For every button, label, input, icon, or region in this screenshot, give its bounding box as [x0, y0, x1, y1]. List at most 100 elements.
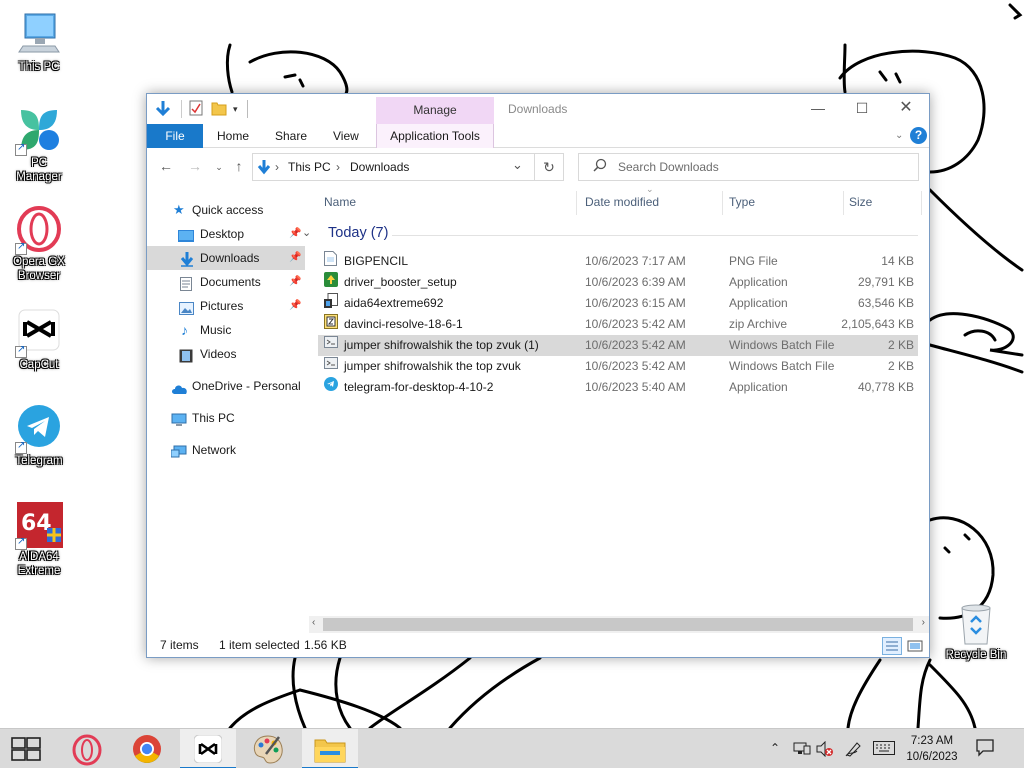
breadcrumb-this-pc[interactable]: This PC — [288, 160, 331, 174]
aida64-setup-icon — [324, 293, 338, 308]
nav-item-videos[interactable]: Videos — [147, 342, 305, 366]
file-type: Windows Batch File — [729, 359, 835, 373]
column-divider[interactable] — [921, 191, 922, 215]
group-collapse-chevron-icon[interactable]: ⌄ — [302, 226, 311, 239]
title-bar: ▾ Manage Downloads — ☐ ✕ — [147, 94, 929, 124]
desktop-icon-this-pc[interactable]: This PC — [8, 10, 70, 74]
system-clock[interactable]: 7:23 AM 10/6/2023 — [898, 733, 966, 765]
column-header-type[interactable]: Type — [729, 195, 755, 209]
recent-locations-button[interactable]: ⌄ — [209, 158, 229, 176]
tab-home[interactable]: Home — [207, 124, 259, 148]
show-hidden-icons-button[interactable]: ⌃ — [770, 741, 780, 755]
desktop-icon-opera-gx[interactable]: Opera GX Browser — [8, 205, 70, 283]
column-divider[interactable] — [722, 191, 723, 215]
group-header-today[interactable]: Today (7) — [328, 225, 388, 241]
file-size: 40,778 KB — [857, 380, 914, 394]
column-header-size[interactable]: Size — [849, 195, 872, 209]
file-row[interactable]: BIGPENCIL 10/6/2023 7:17 AM PNG File 14 … — [318, 251, 918, 272]
horizontal-scrollbar[interactable]: ‹ › — [309, 616, 929, 633]
taskbar-paint[interactable] — [240, 729, 296, 768]
tab-view[interactable]: View — [323, 124, 369, 148]
arrow-left-icon: ← — [159, 158, 173, 174]
customize-toolbar-icon[interactable]: ▾ — [233, 100, 243, 118]
file-row[interactable]: driver_booster_setup 10/6/2023 6:39 AM A… — [318, 272, 918, 293]
batch-file-icon — [324, 335, 338, 350]
tab-share[interactable]: Share — [265, 124, 317, 148]
nav-item-desktop[interactable]: Desktop 📌 — [147, 222, 305, 246]
nav-item-pictures[interactable]: Pictures 📌 — [147, 294, 305, 318]
file-row[interactable]: davinci-resolve-18-6-1 10/6/2023 5:42 AM… — [318, 314, 918, 335]
nav-item-downloads[interactable]: Downloads 📌 — [147, 246, 305, 270]
desktop-icon-pc-manager[interactable]: PC Manager — [8, 106, 70, 184]
scroll-right-icon[interactable]: › — [922, 617, 925, 628]
column-header-date-modified[interactable]: Date modified — [585, 195, 659, 209]
tab-file[interactable]: File — [147, 124, 203, 148]
new-folder-icon[interactable] — [211, 100, 227, 118]
breadcrumb-separator: › — [336, 160, 340, 174]
help-button[interactable]: ? — [910, 127, 927, 144]
recycle-bin-icon — [954, 602, 998, 646]
taskbar-opera-gx[interactable] — [59, 729, 115, 768]
nav-onedrive[interactable]: OneDrive - Personal — [147, 374, 305, 398]
file-type: Application — [729, 296, 788, 310]
back-button[interactable]: ← — [156, 158, 176, 176]
manage-context-tab[interactable]: Manage — [376, 97, 494, 124]
forward-button[interactable]: → — [185, 158, 205, 176]
up-button[interactable]: ↑ — [229, 158, 249, 176]
desktop-icon-label: Recycle Bin — [945, 649, 1007, 661]
file-row[interactable]: telegram-for-desktop-4-10-2 10/6/2023 5:… — [318, 377, 918, 398]
driver-booster-icon — [324, 272, 338, 287]
tab-application-tools[interactable]: Application Tools — [376, 124, 494, 148]
scroll-left-icon[interactable]: ‹ — [312, 617, 315, 628]
breadcrumb-downloads[interactable]: Downloads — [350, 160, 409, 174]
refresh-button[interactable]: ↻ — [535, 153, 564, 181]
nav-this-pc[interactable]: This PC — [147, 406, 305, 430]
notification-icon — [976, 739, 994, 757]
file-date: 10/6/2023 5:42 AM — [585, 359, 686, 373]
desktop-icon-capcut[interactable]: CapCut — [8, 308, 70, 372]
volume-muted-icon[interactable] — [816, 740, 834, 760]
desktop-icon-telegram[interactable]: Telegram — [8, 404, 70, 468]
address-dropdown-button[interactable]: ⌄ — [512, 157, 523, 173]
nav-quick-access[interactable]: ★ Quick access — [147, 198, 305, 222]
taskbar-file-explorer[interactable] — [302, 729, 358, 768]
file-name: jumper shifrowalshik the top zvuk (1) — [344, 338, 539, 352]
desktop-icon-recycle-bin[interactable]: Recycle Bin — [943, 602, 1009, 662]
desktop-icon-label: CapCut — [19, 359, 59, 371]
nav-network[interactable]: Network — [147, 438, 305, 462]
taskbar-capcut[interactable] — [180, 729, 236, 768]
notifications-button[interactable] — [976, 739, 994, 760]
close-button[interactable]: ✕ — [883, 94, 929, 124]
shortcut-arrow-icon — [15, 536, 27, 550]
file-row[interactable]: aida64extreme692 10/6/2023 6:15 AM Appli… — [318, 293, 918, 314]
pen-workspace-icon[interactable] — [845, 741, 863, 760]
network-status-icon[interactable] — [793, 741, 811, 760]
aida64-icon: 64 — [15, 500, 63, 550]
properties-icon[interactable] — [189, 100, 205, 118]
nav-item-documents[interactable]: Documents 📌 — [147, 270, 305, 294]
column-header-name[interactable]: Name — [324, 195, 356, 209]
details-view-button[interactable] — [882, 637, 902, 655]
item-count: 7 items — [160, 638, 199, 652]
column-divider[interactable] — [843, 191, 844, 215]
touch-keyboard-icon[interactable] — [873, 741, 895, 758]
nav-item-music[interactable]: ♪ Music — [147, 318, 305, 342]
minimize-button[interactable]: — — [795, 94, 841, 124]
column-divider[interactable] — [576, 191, 577, 215]
maximize-button[interactable]: ☐ — [839, 94, 885, 124]
desktop-icon-aida64[interactable]: 64 AIDA64 Extreme — [8, 500, 70, 578]
address-bar[interactable]: › This PC › Downloads ⌄ — [252, 153, 535, 181]
arrow-up-icon: ↑ — [235, 158, 243, 174]
file-row[interactable]: jumper shifrowalshik the top zvuk 10/6/2… — [318, 356, 918, 377]
start-button[interactable] — [0, 729, 56, 768]
scrollbar-thumb[interactable] — [323, 618, 913, 631]
search-input[interactable]: Search Downloads — [578, 153, 919, 181]
large-icons-view-icon — [907, 640, 923, 652]
taskbar-chrome[interactable] — [120, 729, 176, 768]
shortcut-arrow-icon — [15, 440, 27, 454]
large-icons-view-button[interactable] — [907, 638, 925, 654]
file-size: 2 KB — [887, 338, 914, 352]
shortcut-arrow-icon — [15, 241, 27, 255]
desktop-icon-label: PC Manager — [16, 157, 62, 183]
file-row-selected[interactable]: jumper shifrowalshik the top zvuk (1) 10… — [318, 335, 918, 356]
